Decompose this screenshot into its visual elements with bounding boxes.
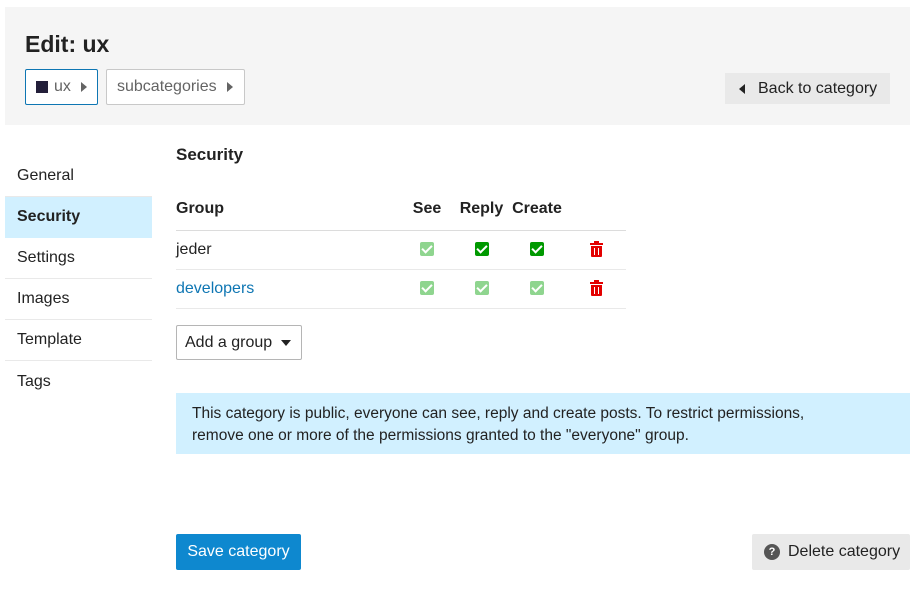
reply-permission-checkbox[interactable] bbox=[474, 242, 489, 257]
sidebar-item-tags[interactable]: Tags bbox=[5, 361, 152, 402]
create-permission-checkbox[interactable] bbox=[530, 242, 544, 257]
sidebar-item-label: Security bbox=[17, 208, 81, 225]
trash-icon[interactable] bbox=[589, 279, 603, 296]
column-header-see: See bbox=[399, 189, 455, 231]
save-category-button[interactable]: Save category bbox=[176, 534, 301, 570]
notice-line: remove one or more of the permissions gr… bbox=[192, 427, 689, 444]
sidebar-item-label: General bbox=[17, 167, 74, 184]
caret-right-icon bbox=[226, 82, 233, 92]
sidebar-item-security[interactable]: Security bbox=[5, 197, 152, 238]
caret-left-icon bbox=[739, 83, 745, 94]
delete-button-label: Delete category bbox=[788, 543, 901, 560]
sidebar-item-settings[interactable]: Settings bbox=[5, 238, 152, 279]
breadcrumb-label: subcategories bbox=[117, 78, 217, 95]
create-permission-checkbox[interactable] bbox=[530, 281, 544, 296]
group-name: jeder bbox=[176, 230, 399, 270]
trash-icon[interactable] bbox=[589, 240, 603, 257]
sidebar-item-general[interactable]: General bbox=[5, 156, 152, 197]
sidebar-item-label: Tags bbox=[17, 372, 51, 390]
see-permission-checkbox[interactable] bbox=[420, 242, 434, 257]
column-header-create: Create bbox=[508, 189, 566, 231]
table-row: developers bbox=[176, 269, 626, 309]
back-to-category-button[interactable]: Back to category bbox=[725, 73, 890, 104]
section-title: Security bbox=[176, 145, 244, 164]
sidebar-item-label: Settings bbox=[17, 249, 75, 266]
group-link[interactable]: developers bbox=[176, 280, 254, 297]
add-group-label: Add a group bbox=[185, 333, 273, 351]
breadcrumb-category[interactable]: ux bbox=[25, 69, 98, 105]
page-title: Edit: ux bbox=[25, 31, 110, 57]
page-header: Edit: ux ux subcategories Back to catego… bbox=[5, 7, 910, 125]
table-header-row: Group See Reply Create bbox=[176, 189, 626, 231]
column-header-actions bbox=[566, 189, 626, 231]
caret-right-icon bbox=[80, 82, 87, 92]
category-color-swatch bbox=[36, 81, 48, 93]
column-header-reply: Reply bbox=[455, 189, 508, 231]
caret-down-icon bbox=[281, 339, 292, 346]
sidebar-item-template[interactable]: Template bbox=[5, 320, 152, 361]
public-category-notice: This category is public, everyone can se… bbox=[176, 393, 910, 454]
breadcrumb-label: ux bbox=[54, 78, 71, 95]
sidebar-item-label: Template bbox=[17, 331, 82, 348]
column-header-group: Group bbox=[176, 189, 399, 231]
sidebar-item-images[interactable]: Images bbox=[5, 279, 152, 320]
add-group-dropdown[interactable]: Add a group bbox=[176, 325, 302, 360]
see-permission-checkbox[interactable] bbox=[420, 281, 434, 296]
permissions-table: Group See Reply Create jeder developers bbox=[176, 189, 626, 309]
settings-sidebar: General Security Settings Images Templat… bbox=[5, 156, 152, 402]
sidebar-item-label: Images bbox=[17, 290, 70, 307]
delete-category-button[interactable]: ? Delete category bbox=[752, 534, 910, 570]
breadcrumb-subcategories[interactable]: subcategories bbox=[106, 69, 245, 105]
back-button-label: Back to category bbox=[758, 79, 878, 97]
table-row: jeder bbox=[176, 230, 626, 270]
reply-permission-checkbox[interactable] bbox=[474, 281, 489, 296]
question-icon: ? bbox=[764, 544, 780, 560]
notice-line: This category is public, everyone can se… bbox=[192, 405, 805, 422]
